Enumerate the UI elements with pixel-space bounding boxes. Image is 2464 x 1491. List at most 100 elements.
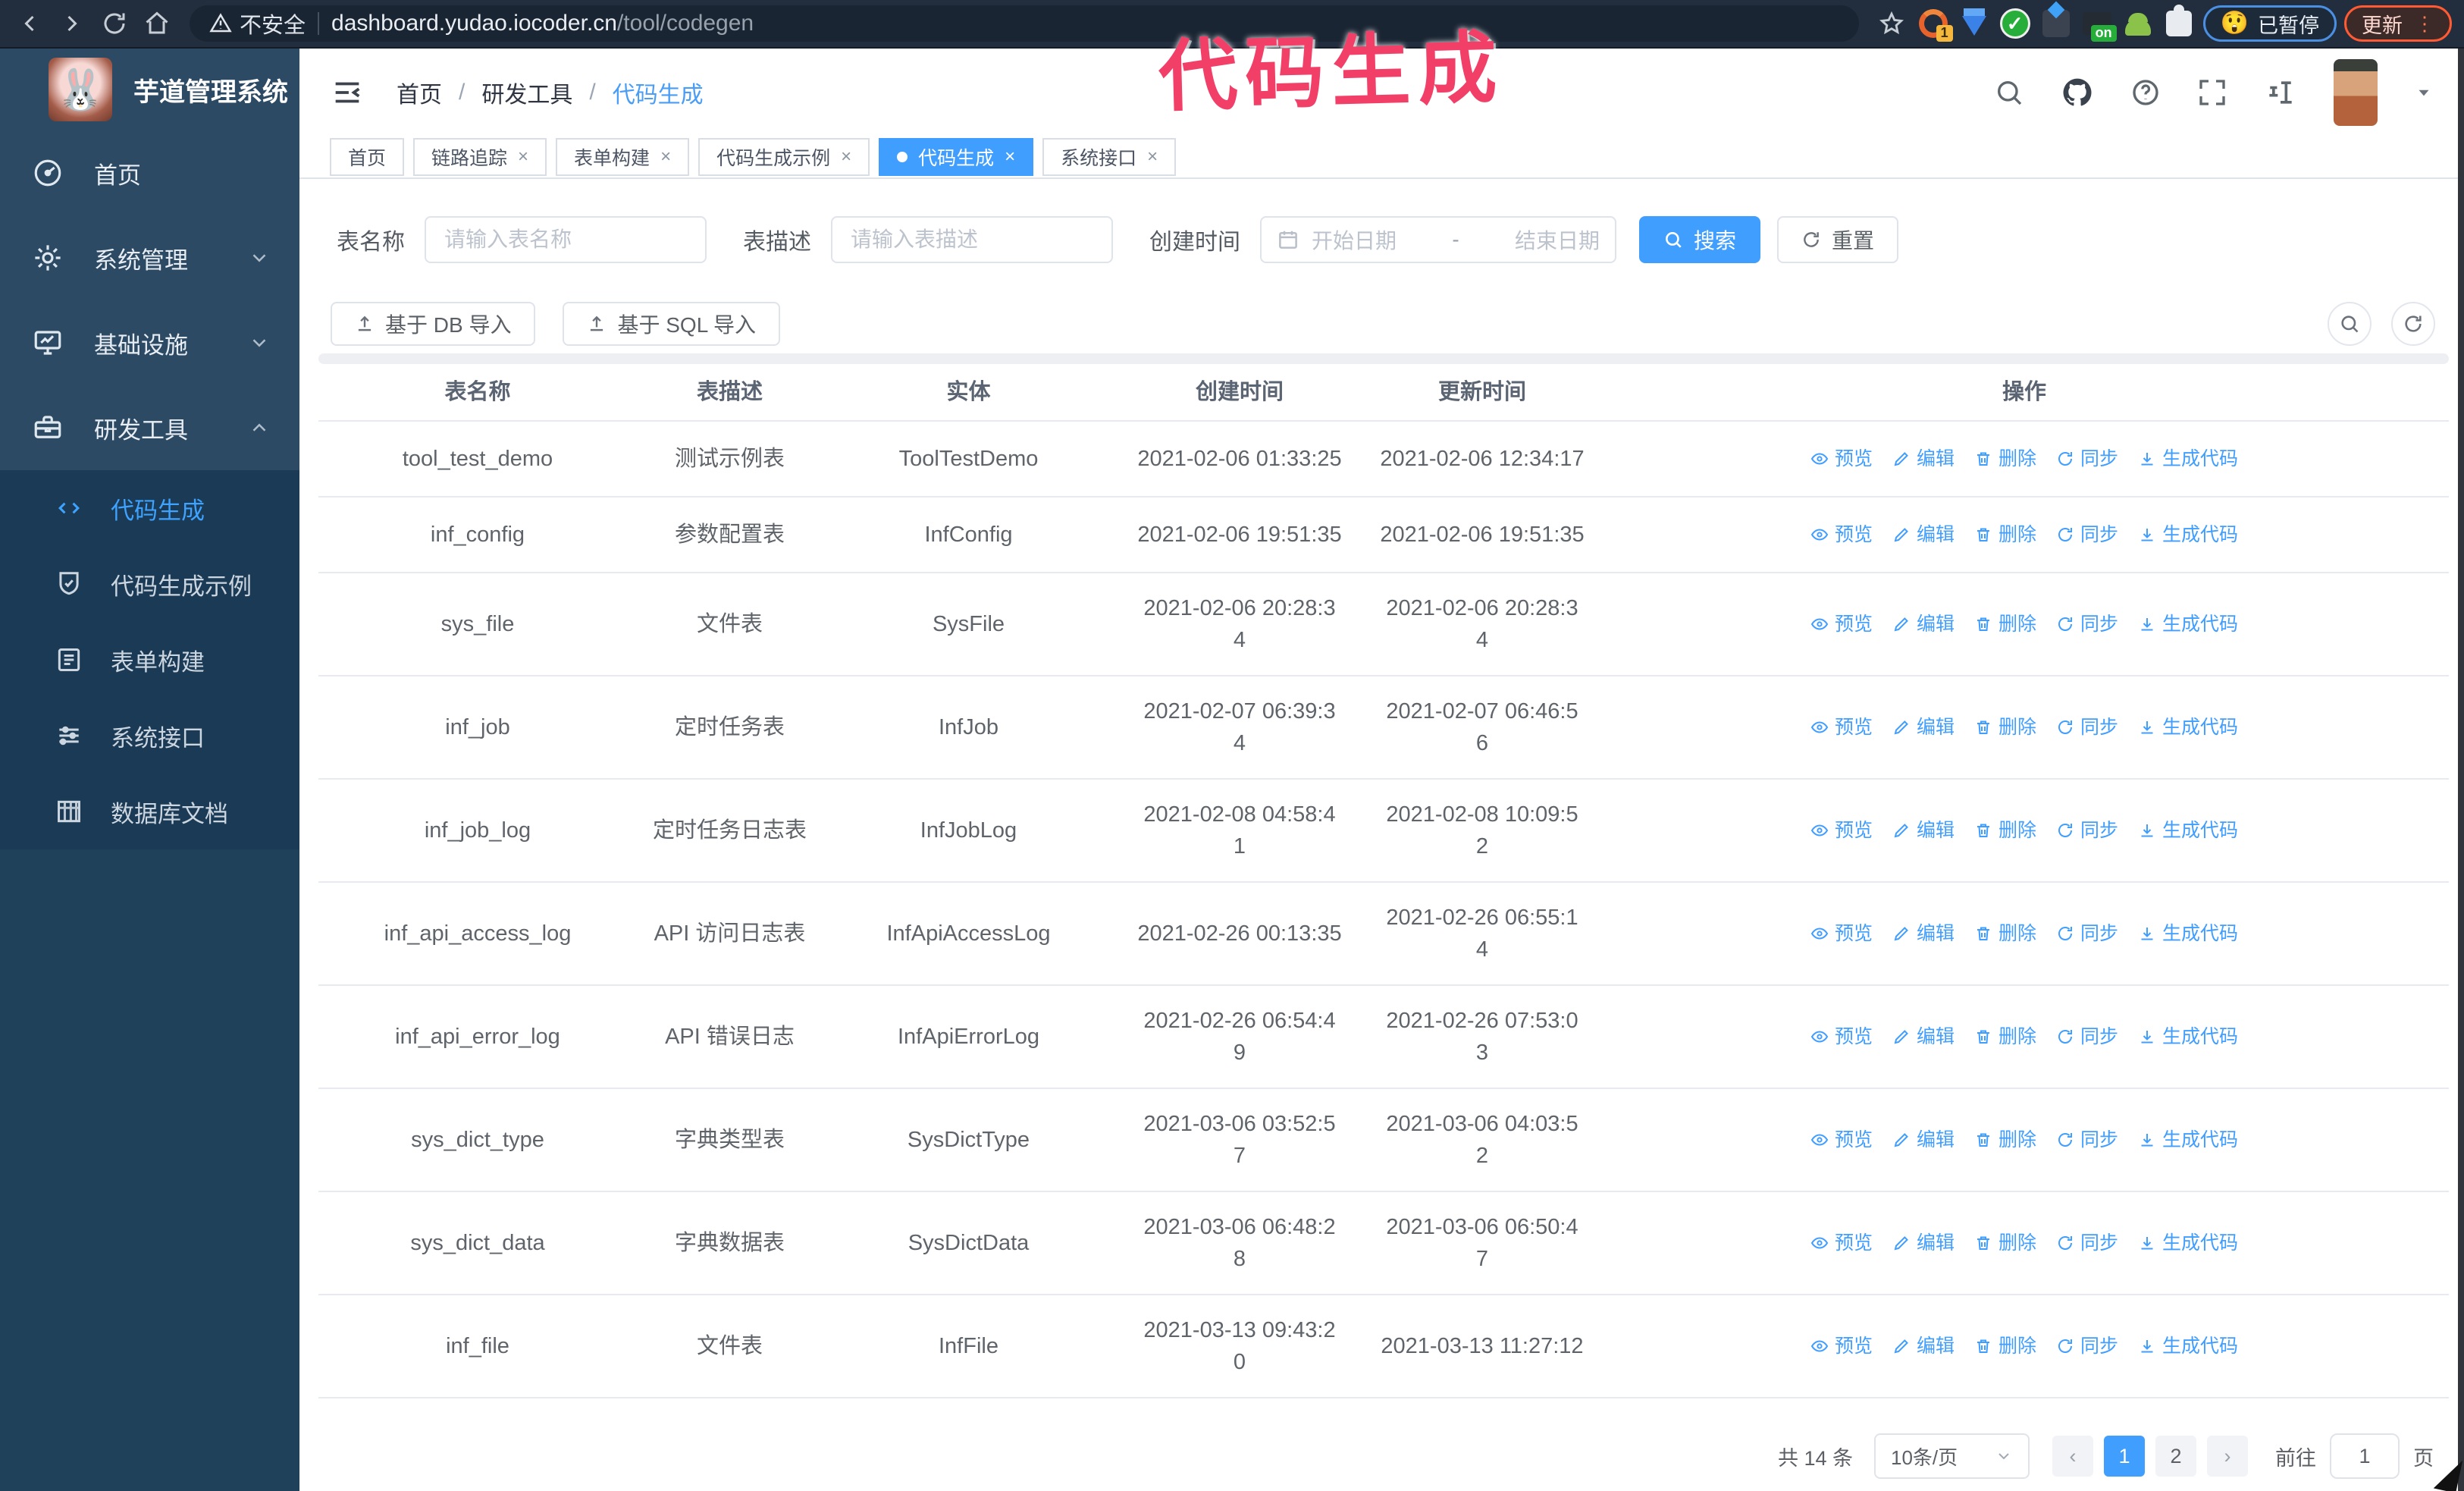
edit-link[interactable]: 编辑: [1892, 1124, 1955, 1156]
fullscreen-icon[interactable]: [2197, 77, 2227, 108]
edit-link[interactable]: 编辑: [1892, 443, 1955, 475]
extension-grid-icon[interactable]: [2039, 7, 2073, 40]
preview-link[interactable]: 预览: [1810, 711, 1873, 743]
sync-link[interactable]: 同步: [2056, 815, 2118, 846]
forward-icon[interactable]: [55, 6, 89, 41]
sidebar-item-system-api[interactable]: 系统接口: [0, 698, 299, 774]
collapse-sidebar-icon[interactable]: [330, 75, 365, 110]
sync-link[interactable]: 同步: [2056, 711, 2118, 743]
delete-link[interactable]: 删除: [1974, 918, 2036, 950]
import-db-button[interactable]: 基于 DB 导入: [331, 302, 536, 346]
close-icon[interactable]: ×: [1147, 146, 1158, 168]
edit-link[interactable]: 编辑: [1892, 918, 1955, 950]
github-icon[interactable]: [2061, 76, 2094, 109]
edit-link[interactable]: 编辑: [1892, 815, 1955, 846]
font-size-icon[interactable]: [2264, 76, 2297, 109]
prev-page-button[interactable]: ‹: [2052, 1436, 2093, 1477]
sync-link[interactable]: 同步: [2056, 519, 2118, 551]
delete-link[interactable]: 删除: [1974, 1124, 2036, 1156]
close-icon[interactable]: ×: [660, 146, 671, 168]
close-icon[interactable]: ×: [841, 146, 851, 168]
page-button-1[interactable]: 1: [2104, 1436, 2145, 1477]
next-page-button[interactable]: ›: [2207, 1436, 2248, 1477]
extension-orange-icon[interactable]: 1: [1917, 7, 1953, 42]
preview-link[interactable]: 预览: [1810, 1227, 1873, 1259]
table-desc-input[interactable]: [831, 216, 1113, 263]
sidebar-item-db-doc[interactable]: 数据库文档: [0, 774, 299, 849]
edit-link[interactable]: 编辑: [1892, 1227, 1955, 1259]
refresh-table-button[interactable]: [2391, 302, 2435, 346]
date-range-picker[interactable]: 开始日期 - 结束日期: [1260, 216, 1616, 263]
preview-link[interactable]: 预览: [1810, 815, 1873, 846]
generate-code-link[interactable]: 生成代码: [2138, 1021, 2238, 1053]
goto-page-input[interactable]: [2330, 1433, 2400, 1479]
generate-code-link[interactable]: 生成代码: [2138, 608, 2238, 640]
tag-view-tab[interactable]: 代码生成 ×: [879, 138, 1034, 176]
preview-link[interactable]: 预览: [1810, 918, 1873, 950]
page-size-select[interactable]: 10条/页: [1874, 1433, 2030, 1479]
generate-code-link[interactable]: 生成代码: [2138, 1330, 2238, 1362]
extension-on-icon[interactable]: on: [2080, 7, 2117, 42]
search-icon[interactable]: [1994, 77, 2024, 108]
tag-view-tab[interactable]: 代码生成示例 ×: [698, 138, 870, 176]
generate-code-link[interactable]: 生成代码: [2138, 918, 2238, 950]
preview-link[interactable]: 预览: [1810, 608, 1873, 640]
edit-link[interactable]: 编辑: [1892, 1330, 1955, 1362]
generate-code-link[interactable]: 生成代码: [2138, 443, 2238, 475]
sidebar-item-home[interactable]: 首页: [0, 130, 299, 215]
preview-link[interactable]: 预览: [1810, 1021, 1873, 1053]
generate-code-link[interactable]: 生成代码: [2138, 711, 2238, 743]
sync-link[interactable]: 同步: [2056, 918, 2118, 950]
extension-check-icon[interactable]: ✓: [1998, 7, 2032, 40]
extensions-puzzle-icon[interactable]: [2162, 5, 2196, 40]
import-sql-button[interactable]: 基于 SQL 导入: [563, 302, 781, 346]
tag-view-tab[interactable]: 首页: [330, 138, 405, 176]
avatar[interactable]: [2334, 59, 2378, 126]
preview-link[interactable]: 预览: [1810, 519, 1873, 551]
edit-link[interactable]: 编辑: [1892, 711, 1955, 743]
delete-link[interactable]: 删除: [1974, 1330, 2036, 1362]
reload-icon[interactable]: [97, 6, 132, 41]
delete-link[interactable]: 删除: [1974, 1021, 2036, 1053]
breadcrumb-devtools[interactable]: 研发工具: [481, 76, 572, 109]
edit-link[interactable]: 编辑: [1892, 519, 1955, 551]
delete-link[interactable]: 删除: [1974, 519, 2036, 551]
extension-gem-icon[interactable]: [1958, 7, 1991, 40]
generate-code-link[interactable]: 生成代码: [2138, 1227, 2238, 1259]
toggle-search-button[interactable]: [2328, 302, 2372, 346]
sync-link[interactable]: 同步: [2056, 608, 2118, 640]
breadcrumb-home[interactable]: 首页: [397, 76, 442, 109]
logo-row[interactable]: 🐰 芋道管理系统: [0, 49, 299, 130]
delete-link[interactable]: 删除: [1974, 608, 2036, 640]
profile-paused-chip[interactable]: 😲 已暂停: [2202, 5, 2337, 42]
window-right-edge[interactable]: [2458, 49, 2464, 1491]
reset-button[interactable]: 重置: [1777, 216, 1899, 263]
tag-view-tab[interactable]: 系统接口 ×: [1042, 138, 1177, 176]
delete-link[interactable]: 删除: [1974, 1227, 2036, 1259]
generate-code-link[interactable]: 生成代码: [2138, 815, 2238, 846]
close-icon[interactable]: ×: [518, 146, 528, 168]
start-date-placeholder[interactable]: 开始日期: [1312, 224, 1397, 255]
sync-link[interactable]: 同步: [2056, 1021, 2118, 1053]
home-icon[interactable]: [140, 6, 174, 41]
table-name-input[interactable]: [425, 216, 707, 263]
sync-link[interactable]: 同步: [2056, 1124, 2118, 1156]
preview-link[interactable]: 预览: [1810, 1330, 1873, 1362]
edit-link[interactable]: 编辑: [1892, 1021, 1955, 1053]
tag-view-tab[interactable]: 链路追踪 ×: [413, 138, 547, 176]
preview-link[interactable]: 预览: [1810, 1124, 1873, 1156]
delete-link[interactable]: 删除: [1974, 443, 2036, 475]
browser-menu-icon[interactable]: ⋮: [2415, 14, 2434, 34]
security-warning[interactable]: 不安全: [209, 8, 306, 39]
edit-link[interactable]: 编辑: [1892, 608, 1955, 640]
extension-android-icon[interactable]: [2121, 7, 2155, 40]
sync-link[interactable]: 同步: [2056, 1227, 2118, 1259]
delete-link[interactable]: 删除: [1974, 711, 2036, 743]
end-date-placeholder[interactable]: 结束日期: [1515, 224, 1600, 255]
page-button-2[interactable]: 2: [2155, 1436, 2196, 1477]
sidebar-item-codegen[interactable]: 代码生成: [0, 470, 299, 546]
delete-link[interactable]: 删除: [1974, 815, 2036, 846]
address-bar[interactable]: 不安全 dashboard.yudao.iocoder.cn/tool/code…: [190, 5, 1859, 42]
close-icon[interactable]: ×: [1005, 146, 1015, 168]
sidebar-item-form-builder[interactable]: 表单构建: [0, 622, 299, 698]
